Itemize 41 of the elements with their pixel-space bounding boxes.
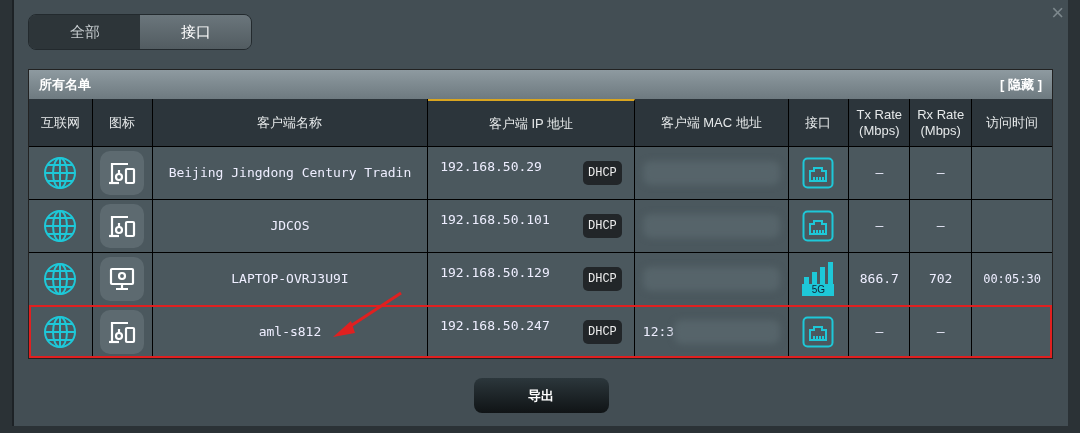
device-icon-tile[interactable] <box>100 310 145 354</box>
device-icon-tile[interactable] <box>100 151 145 195</box>
client-row[interactable]: aml-s812 192.168.50.247 DHCP 12:3 – – <box>29 305 1052 358</box>
client-name: Beijing Jingdong Century Tradin <box>168 164 412 183</box>
client-row[interactable]: Beijing Jingdong Century Tradin 192.168.50.29 DHCP – – <box>29 146 1052 199</box>
monitor-icon <box>108 265 137 293</box>
access-time: 00:05:30 <box>983 271 1041 288</box>
ip-address: 192.168.50.29 <box>440 158 542 177</box>
globe-icon <box>43 315 78 349</box>
tx-rate: – <box>875 323 884 342</box>
client-row[interactable]: JDCOS 192.168.50.101 DHCP – – <box>29 199 1052 252</box>
globe-icon <box>43 262 78 296</box>
column-header[interactable]: 访问时间 <box>972 99 1052 146</box>
dhcp-tag: DHCP <box>583 267 622 291</box>
dhcp-tag: DHCP <box>583 320 622 344</box>
client-name: JDCOS <box>270 217 310 236</box>
device-icon-tile[interactable] <box>100 204 145 248</box>
tx-rate: – <box>875 164 884 183</box>
dhcp-tag: DHCP <box>583 214 622 238</box>
globe-icon <box>43 209 78 243</box>
globe-icon <box>43 156 78 190</box>
panel-title: 所有名单 <box>39 75 91 94</box>
tx-rate: 866.7 <box>859 270 899 289</box>
hide-link[interactable]: [ 隐藏 ] <box>1000 74 1042 95</box>
rx-rate: – <box>936 323 945 342</box>
client-name: LAPTOP-OVRJ3U9I <box>231 270 349 289</box>
tab[interactable]: 全部 <box>29 15 140 49</box>
ip-address: 192.168.50.101 <box>440 211 550 230</box>
dhcp-tag: DHCP <box>583 161 622 185</box>
client-row[interactable]: LAPTOP-OVRJ3U9I 192.168.50.129 DHCP 5G 866.7 702 00:05:30 <box>29 252 1052 305</box>
rx-rate: 702 <box>928 270 953 289</box>
tx-rate: – <box>875 217 884 236</box>
rx-rate: – <box>936 164 945 183</box>
rx-rate: – <box>936 217 945 236</box>
mac-address: 12:3 <box>642 323 675 342</box>
ip-address: 192.168.50.247 <box>440 317 550 336</box>
export-button[interactable]: 导出 <box>473 378 609 413</box>
tab[interactable]: 接口 <box>140 15 251 49</box>
client-name: aml-s812 <box>258 323 322 342</box>
ip-address: 192.168.50.129 <box>440 264 550 283</box>
device-icon-tile[interactable] <box>100 257 145 301</box>
